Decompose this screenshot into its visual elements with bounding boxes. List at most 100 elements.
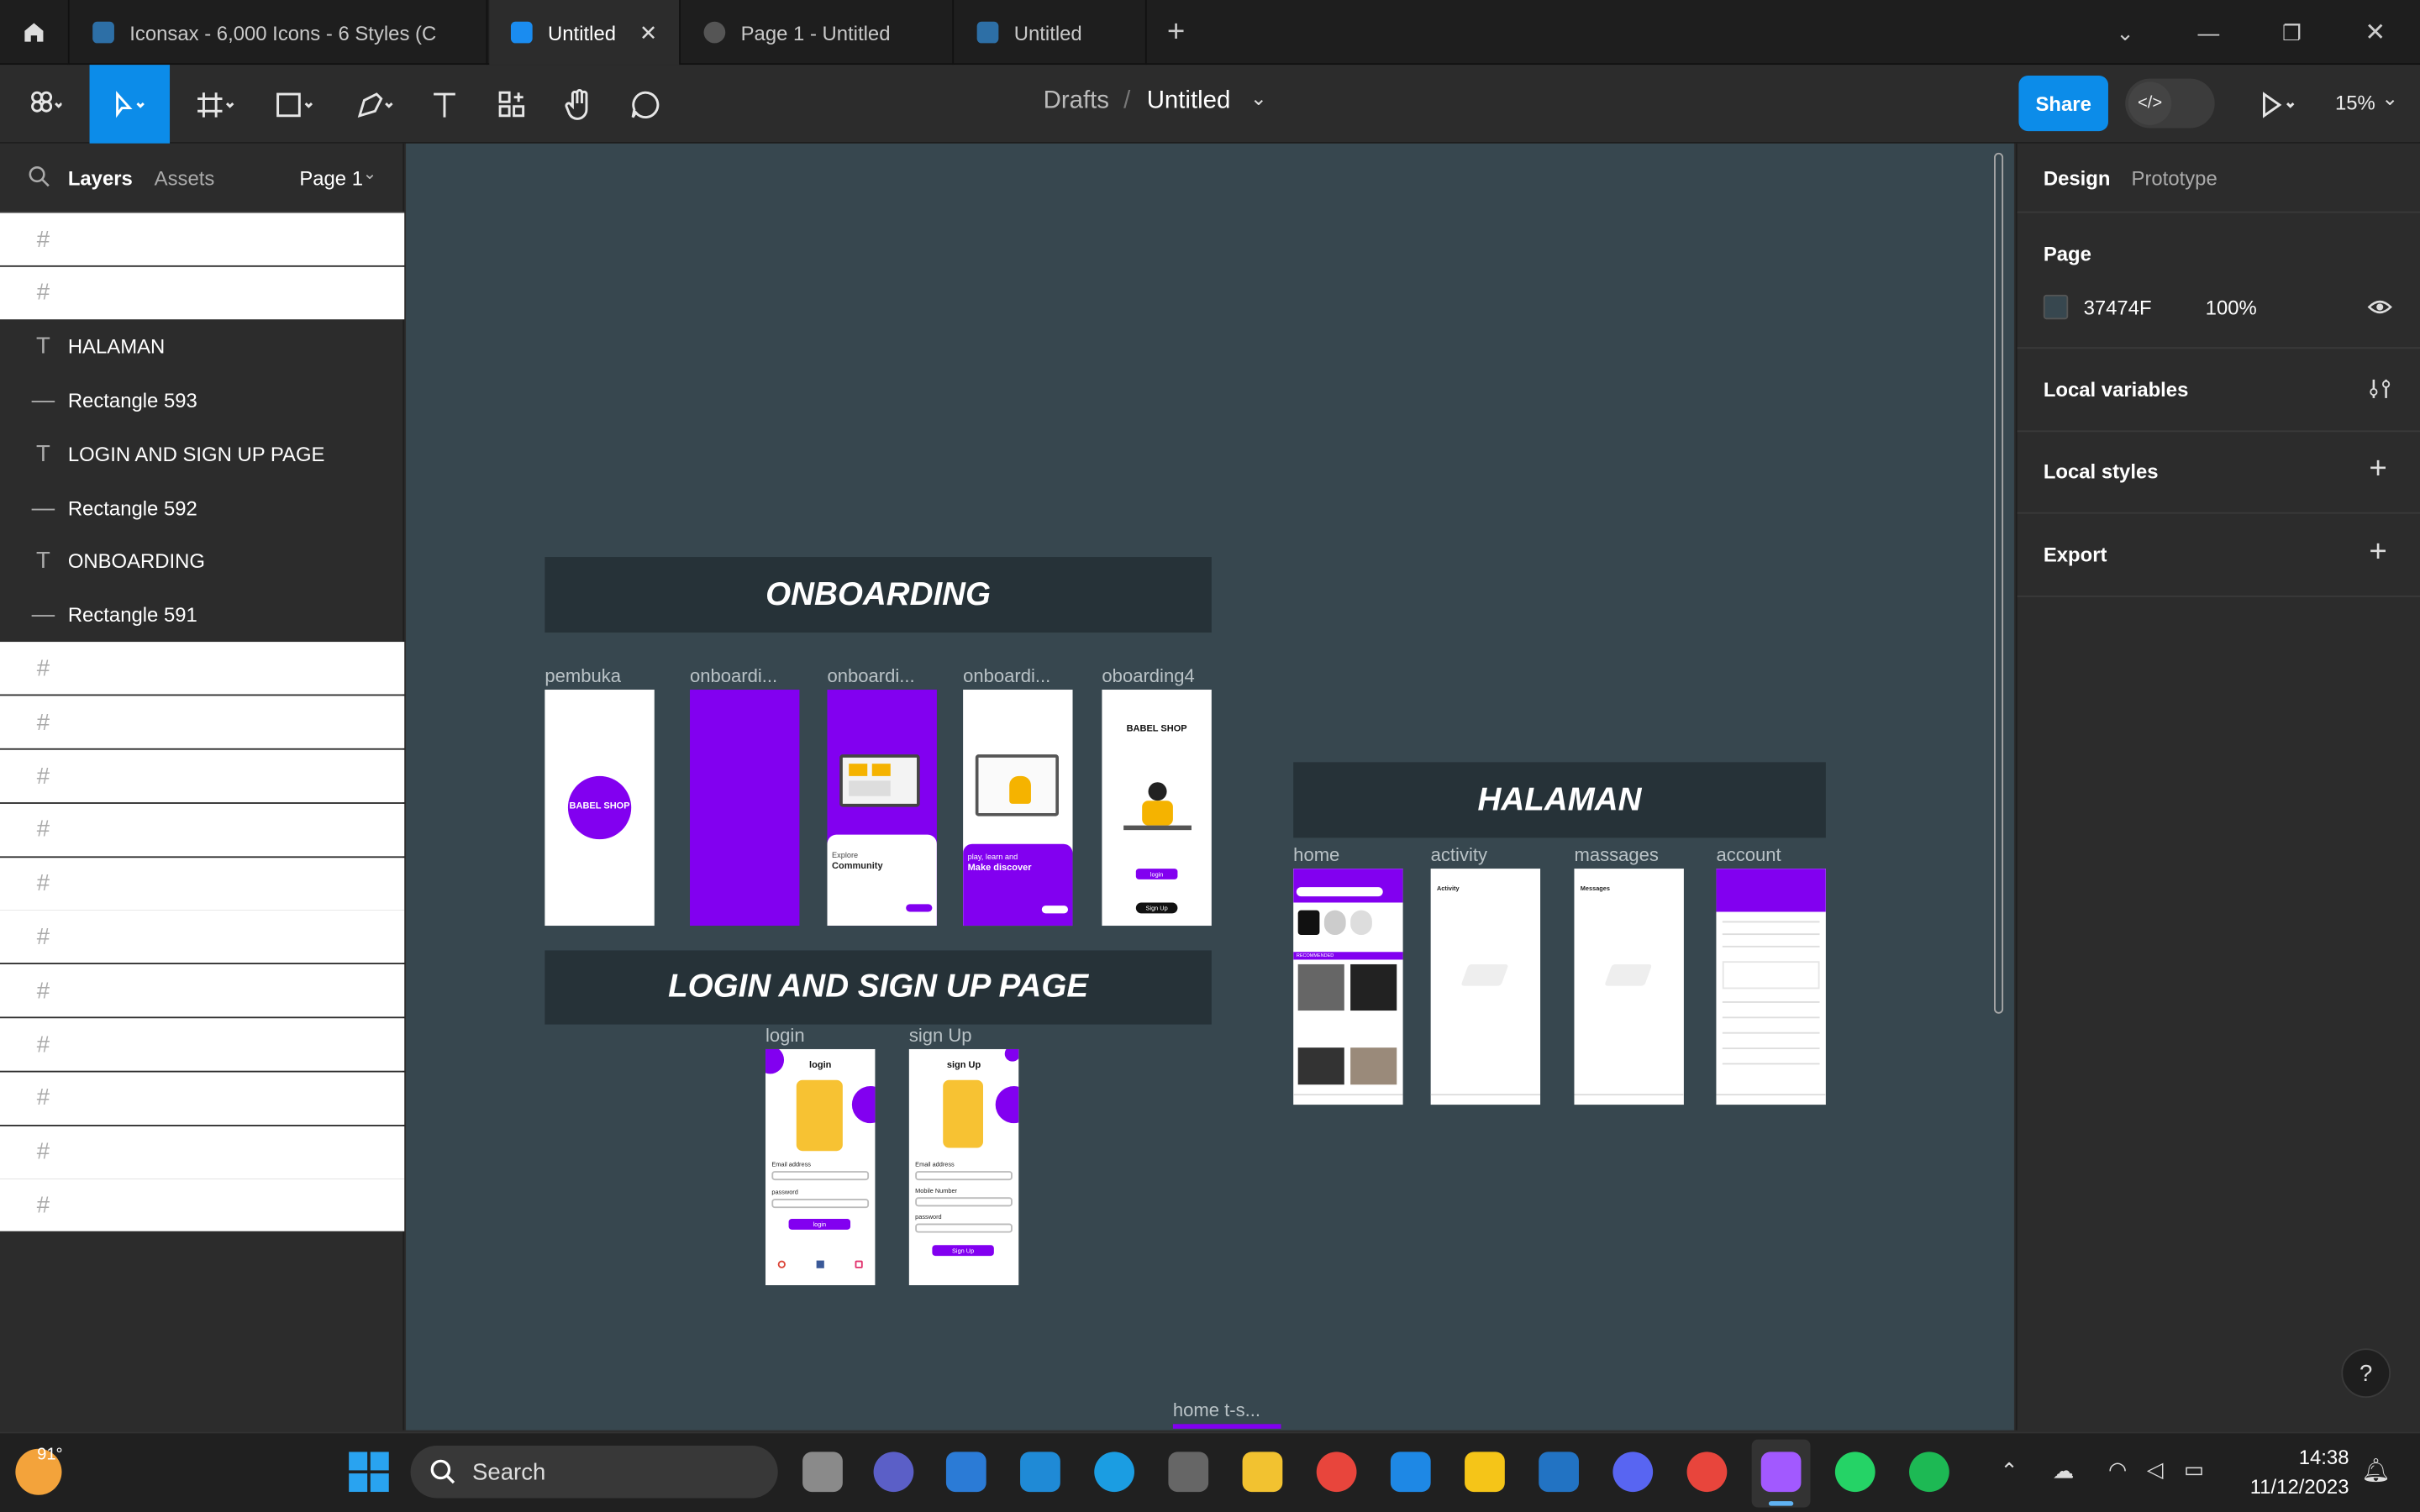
frame-label-onboarding2[interactable]: onboardi... bbox=[827, 665, 914, 687]
frame-label-onboarding1[interactable]: onboardi... bbox=[690, 665, 777, 687]
layer-row[interactable]: # Frame 15388 bbox=[0, 213, 405, 265]
canvas[interactable]: ONBOARDING pembuka onboardi... onboardi.… bbox=[406, 143, 2014, 1431]
layer-row[interactable]: # sign Up bbox=[0, 911, 405, 963]
frame-onboarding2[interactable]: Explore Community bbox=[827, 690, 937, 927]
tab-untitled[interactable]: Untitled bbox=[955, 0, 1147, 66]
dev-mode-toggle[interactable]: </> bbox=[2125, 78, 2215, 129]
chevron-down-icon[interactable]: ⌄ bbox=[1250, 87, 1267, 111]
share-button[interactable]: Share bbox=[2018, 75, 2108, 132]
volume-icon[interactable]: ◁ bbox=[2147, 1457, 2164, 1483]
figma-icon[interactable] bbox=[1760, 1452, 1802, 1493]
layer-row[interactable]: # account bbox=[0, 642, 405, 696]
frame-label-onboarding3[interactable]: onboardi... bbox=[963, 665, 1050, 687]
task-view-icon[interactable] bbox=[802, 1452, 843, 1493]
main-menu-button[interactable] bbox=[13, 65, 77, 144]
camera-icon[interactable] bbox=[1168, 1452, 1209, 1493]
new-tab-button[interactable]: + bbox=[1149, 0, 1204, 65]
layer-row[interactable]: # activity bbox=[0, 749, 405, 803]
whatsapp-icon[interactable] bbox=[1834, 1452, 1876, 1493]
frame-oboarding4[interactable]: BABEL SHOP login Sign Up bbox=[1102, 690, 1212, 927]
layer-row[interactable]: T LOGIN AND SIGN UP PAGE bbox=[0, 428, 404, 480]
search-icon[interactable] bbox=[28, 165, 51, 197]
eye-icon[interactable] bbox=[2367, 297, 2392, 326]
frame-onboarding1[interactable] bbox=[690, 690, 800, 927]
clock-time[interactable]: 14:38 bbox=[2254, 1446, 2349, 1469]
battery-icon[interactable]: ▭ bbox=[2184, 1457, 2204, 1483]
chevron-down-icon[interactable]: ⌄ bbox=[363, 164, 377, 184]
photos-icon[interactable] bbox=[945, 1452, 986, 1493]
add-style-icon[interactable]: + bbox=[2369, 452, 2386, 487]
tab-design[interactable]: Design bbox=[2044, 166, 2111, 190]
frame-label-oboarding4[interactable]: oboarding4 bbox=[1102, 665, 1194, 687]
spotify-icon[interactable] bbox=[1909, 1452, 1949, 1493]
section-halaman[interactable]: HALAMAN bbox=[1293, 762, 1826, 838]
layer-row[interactable]: # massages bbox=[0, 696, 405, 749]
chrome-icon[interactable] bbox=[1316, 1452, 1357, 1493]
tab-layers[interactable]: Layers bbox=[68, 166, 133, 190]
frame-label-login[interactable]: login bbox=[765, 1025, 805, 1047]
taskbar-search[interactable]: Search bbox=[410, 1446, 778, 1499]
tab-assets[interactable]: Assets bbox=[155, 166, 215, 190]
layer-row[interactable]: — Rectangle 591 bbox=[0, 589, 404, 641]
file-name[interactable]: Untitled bbox=[1147, 88, 1231, 116]
tab-page-1-untitled[interactable]: Page 1 - Untitled bbox=[682, 0, 955, 66]
vscode-alt-icon[interactable] bbox=[1539, 1452, 1579, 1493]
layer-row[interactable]: # home t-shirt bbox=[0, 266, 405, 319]
comment-tool-button[interactable] bbox=[618, 65, 673, 144]
layer-row[interactable]: # onboarding1 bbox=[0, 1126, 405, 1179]
layer-row[interactable]: # home bbox=[0, 803, 405, 857]
section-login-signup[interactable]: LOGIN AND SIGN UP PAGE bbox=[544, 950, 1212, 1025]
layer-row[interactable]: # oboarding4 bbox=[0, 1179, 405, 1232]
frame-pembuka[interactable]: BABEL SHOP bbox=[544, 690, 655, 927]
page-opacity[interactable]: 100% bbox=[2206, 297, 2257, 320]
frame-label-pembuka[interactable]: pembuka bbox=[544, 665, 621, 687]
home-tab[interactable] bbox=[0, 0, 70, 66]
frame-tool-button[interactable] bbox=[182, 65, 247, 144]
widgets-icon[interactable] bbox=[1020, 1452, 1060, 1493]
frame-label-signup[interactable]: sign Up bbox=[909, 1025, 972, 1047]
frame-label-massages[interactable]: massages bbox=[1574, 844, 1658, 866]
frame-home[interactable]: RECOMMENDED bbox=[1293, 869, 1403, 1105]
frame-login[interactable]: login Email address password login bbox=[765, 1048, 876, 1285]
chevron-down-icon[interactable]: ⌄ bbox=[2084, 0, 2167, 65]
layer-row[interactable]: # onboarding2 bbox=[0, 1018, 405, 1071]
close-window-button[interactable]: ✕ bbox=[2333, 0, 2417, 65]
tab-iconsax[interactable]: Iconsax - 6,000 Icons - 6 Styles (C bbox=[71, 0, 488, 66]
vertical-scrollbar[interactable] bbox=[1994, 152, 2004, 1014]
page-color-hex[interactable]: 37474F bbox=[2084, 297, 2152, 320]
frame-massages[interactable]: Messages bbox=[1574, 869, 1684, 1105]
breadcrumb-drafts[interactable]: Drafts bbox=[1044, 88, 1109, 116]
layer-row[interactable]: # pembuka bbox=[0, 1072, 405, 1125]
help-button[interactable]: ? bbox=[2341, 1348, 2391, 1399]
chevron-down-icon[interactable]: ⌄ bbox=[2381, 87, 2398, 111]
minimize-button[interactable]: — bbox=[2167, 0, 2250, 65]
close-icon[interactable]: ✕ bbox=[639, 19, 658, 45]
frame-account[interactable] bbox=[1716, 869, 1826, 1105]
wifi-icon[interactable]: ◠ bbox=[2108, 1457, 2127, 1483]
local-variables-heading[interactable]: Local variables bbox=[2044, 378, 2189, 402]
add-export-icon[interactable]: + bbox=[2369, 535, 2386, 570]
layer-row[interactable]: # login bbox=[0, 857, 405, 910]
frame-label-home-tshirt[interactable]: home t-s... bbox=[1173, 1399, 1260, 1421]
frame-signup[interactable]: sign Up Email address Mobile Number pass… bbox=[908, 1048, 1019, 1285]
frame-label-home[interactable]: home bbox=[1293, 844, 1339, 866]
pen-tool-button[interactable] bbox=[343, 65, 408, 144]
edge-icon[interactable] bbox=[1094, 1452, 1134, 1493]
windows-start-icon[interactable] bbox=[349, 1452, 389, 1499]
hand-tool-button[interactable] bbox=[551, 65, 607, 144]
restore-button[interactable]: ❐ bbox=[2250, 0, 2333, 65]
page-selector[interactable]: Page 1 bbox=[299, 166, 363, 190]
layer-row[interactable]: T ONBOARDING bbox=[0, 535, 404, 587]
variables-icon[interactable] bbox=[2368, 376, 2392, 409]
local-styles-heading[interactable]: Local styles bbox=[2044, 459, 2159, 483]
export-heading[interactable]: Export bbox=[2044, 543, 2107, 567]
lightshot-icon[interactable] bbox=[1465, 1452, 1505, 1493]
shape-tool-button[interactable] bbox=[262, 65, 327, 144]
frame-label-account[interactable]: account bbox=[1716, 844, 1781, 866]
zoom-level[interactable]: 15% bbox=[2335, 91, 2375, 114]
chrome-profile-icon[interactable] bbox=[1686, 1452, 1728, 1493]
section-onboarding[interactable]: ONBOARDING bbox=[544, 557, 1212, 633]
frame-activity[interactable]: Activity bbox=[1430, 869, 1541, 1105]
layer-row[interactable]: T HALAMAN bbox=[0, 320, 404, 372]
discord-icon[interactable] bbox=[1612, 1452, 1654, 1493]
